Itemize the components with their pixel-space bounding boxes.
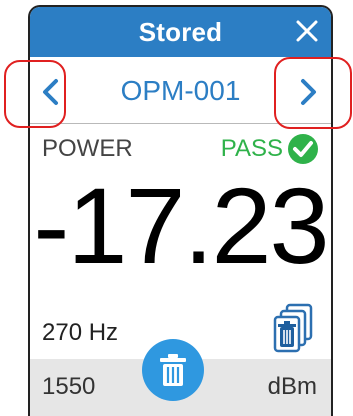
window-title: Stored xyxy=(138,17,223,47)
modulation-frequency: 270 Hz xyxy=(42,319,119,346)
unit-label[interactable]: dBm xyxy=(268,373,317,401)
check-circle-icon xyxy=(287,133,319,165)
highlight-previous xyxy=(4,60,66,128)
measurement-label: POWER xyxy=(42,135,133,162)
delete-all-icon[interactable] xyxy=(271,303,315,355)
title-bar: Stored xyxy=(30,7,331,57)
trash-icon xyxy=(160,354,186,386)
status-badge: PASS xyxy=(220,135,283,162)
highlight-next xyxy=(274,57,352,129)
close-icon[interactable] xyxy=(293,17,321,45)
power-reading: -17.23 xyxy=(33,165,329,286)
wavelength-value: 1550 xyxy=(42,373,96,400)
delete-button[interactable] xyxy=(142,339,204,401)
